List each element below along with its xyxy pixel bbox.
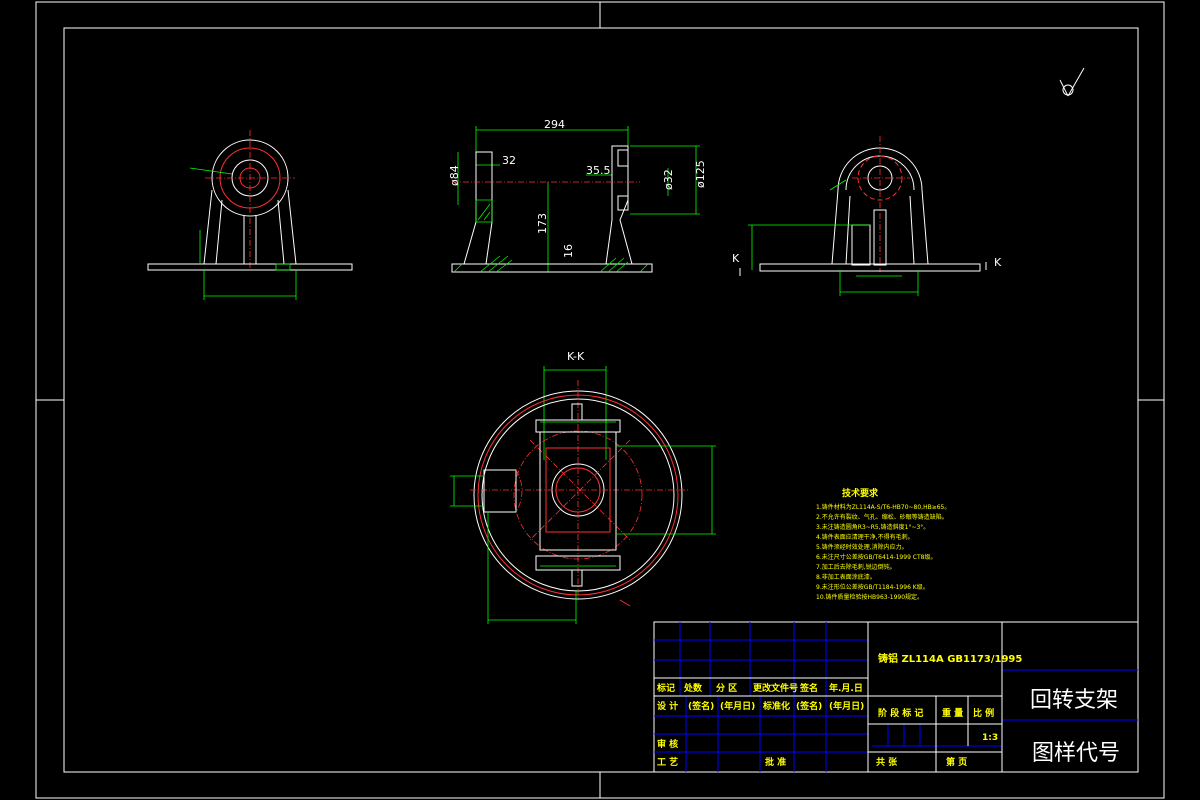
tech-req-item: 3.未注铸造圆角R3~R5,铸造斜度1°~3°。 xyxy=(816,523,929,531)
tech-req-item: 7.加工后去除毛刺,锐边倒钝。 xyxy=(816,563,896,571)
title-block: 铸铝 ZL114A GB1173/1995 回转支架 图样代号 标记 处数 分 … xyxy=(653,621,1139,773)
dim-294: 294 xyxy=(544,118,565,131)
standardize-label: 标准化 xyxy=(762,700,790,712)
dim-173: 173 xyxy=(536,213,549,234)
tech-req-item: 5.铸件须经时效处理,消除内应力。 xyxy=(816,543,908,551)
tech-req-item: 2.不允许有裂纹、气孔、缩松、砂眼等铸造缺陷。 xyxy=(816,513,948,521)
tech-req-item: 10.铸件质量检验按HB963-1990规定。 xyxy=(816,593,923,601)
tech-req-item: 4.铸件表面应清理干净,不得有毛刺。 xyxy=(816,533,914,541)
tech-req-item: 9.未注形位公差按GB/T1184-1996 K级。 xyxy=(816,583,929,591)
design-sign: (签名) xyxy=(688,700,714,712)
stage-label: 阶 段 标 记 xyxy=(878,707,923,719)
material-spec: 铸铝 ZL114A GB1173/1995 xyxy=(878,652,1022,665)
approve-label: 批 准 xyxy=(765,756,786,768)
rev-header-sign: 签名 xyxy=(799,682,818,694)
rev-header-mark: 标记 xyxy=(656,682,675,694)
roughness-symbol xyxy=(1059,67,1085,97)
sheet-total: 共 张 xyxy=(876,756,898,768)
rev-header-count: 处数 xyxy=(683,682,703,694)
right-view: K K xyxy=(732,136,1002,296)
dim-16: 16 xyxy=(562,244,575,258)
dim-32: 32 xyxy=(502,154,516,167)
section-label: K-K xyxy=(567,350,585,363)
standardize-date: (年月日) xyxy=(829,700,864,712)
dim-d84: ø84 xyxy=(448,165,461,186)
scale-label: 比 例 xyxy=(973,707,994,719)
review-label: 审 核 xyxy=(657,738,678,750)
rev-header-doc: 更改文件号 xyxy=(753,682,798,694)
drawing-code: 图样代号 xyxy=(1032,741,1120,766)
design-label: 设 计 xyxy=(657,700,678,712)
process-label: 工 艺 xyxy=(657,756,678,768)
section-mark-left: K xyxy=(732,252,740,265)
dim-35-5: 35.5 xyxy=(586,164,611,177)
sheet-border xyxy=(35,1,1165,799)
design-date: (年月日) xyxy=(720,700,755,712)
sheet-number: 第 页 xyxy=(946,756,967,768)
dim-d125: ø125 xyxy=(694,160,707,188)
scale-value: 1:3 xyxy=(982,733,998,743)
tech-requirements: 技术要求 1.铸件材料为ZL114A-S/T6-HB70~80,HB≥65。 2… xyxy=(816,487,950,601)
standardize-sign: (签名) xyxy=(796,700,822,712)
tech-req-item: 8.非加工表面涂底漆。 xyxy=(816,573,876,581)
rev-header-date: 年.月.日 xyxy=(829,682,863,694)
dim-d32: ø32 xyxy=(662,169,675,190)
rev-header-zone: 分 区 xyxy=(716,682,737,694)
cad-drawing: 294 32 35.5 ø84 ø32 ø125 173 16 K K K-K … xyxy=(35,1,1165,799)
tech-req-item: 1.铸件材料为ZL114A-S/T6-HB70~80,HB≥65。 xyxy=(816,503,950,511)
part-name: 回转支架 xyxy=(1030,688,1118,713)
section-mark-right: K xyxy=(994,256,1002,269)
front-section-view: 294 32 35.5 ø84 ø32 ø125 173 16 xyxy=(448,118,707,273)
tech-req-title: 技术要求 xyxy=(842,487,879,499)
section-k-k: K-K xyxy=(450,350,716,624)
weight-label: 重 量 xyxy=(942,707,963,719)
left-view xyxy=(147,130,353,300)
tech-req-item: 6.未注尺寸公差按GB/T6414-1999 CT8级。 xyxy=(816,553,936,561)
